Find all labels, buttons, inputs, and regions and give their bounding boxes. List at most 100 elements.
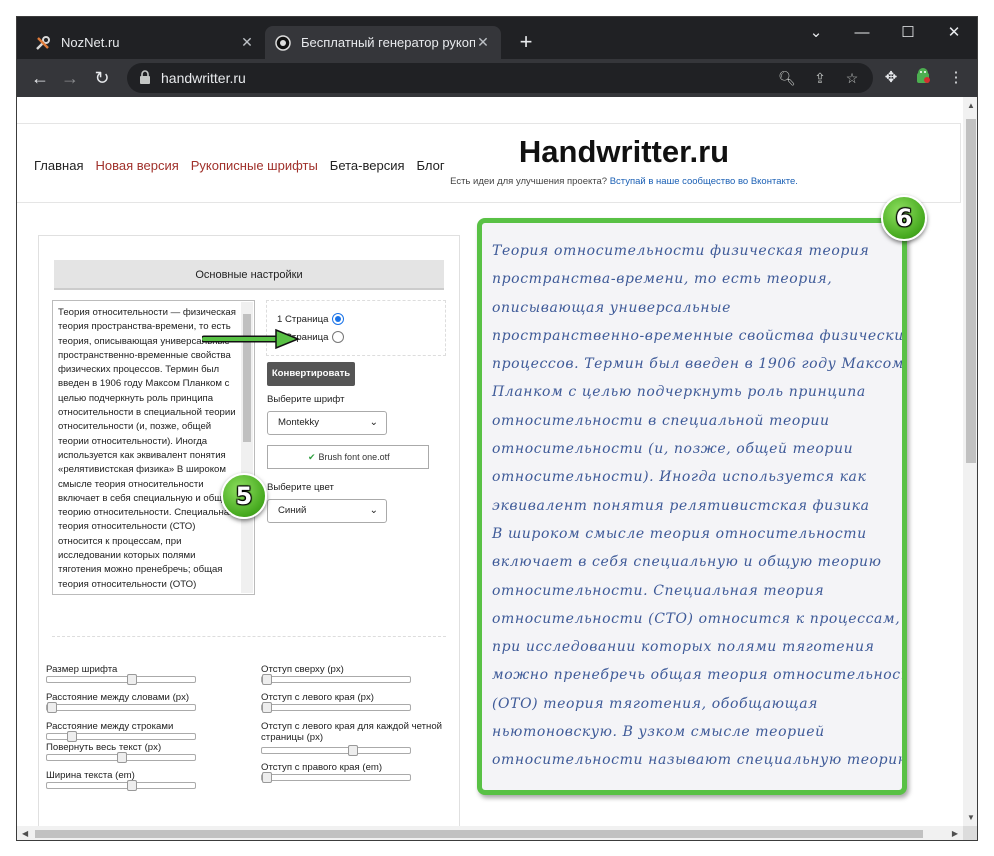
tab-title: NozNet.ru — [61, 35, 120, 50]
font-label: Выберите шрифт — [267, 394, 345, 405]
nav-handwritten-fonts[interactable]: Рукописные шрифты — [191, 158, 318, 173]
menu-kebab-icon[interactable]: ⋮ — [945, 67, 967, 89]
slider-rotate: Повернуть весь текст (px) — [46, 742, 196, 763]
chevron-down-icon: ⌄ — [369, 417, 378, 428]
share-icon[interactable]: ⇪ — [810, 68, 830, 88]
close-window-icon[interactable]: ✕ — [931, 17, 977, 49]
page2-radio[interactable] — [332, 331, 345, 343]
slider-track[interactable] — [46, 731, 196, 742]
slider-knob[interactable] — [348, 745, 358, 756]
chevron-down-icon[interactable]: ⌄ — [793, 17, 839, 49]
step-5-badge: 5 — [221, 473, 267, 519]
slider-label: Отступ с левого края для каждой четной с… — [261, 721, 443, 743]
site-favicon-icon — [275, 34, 291, 51]
nav-home[interactable]: Главная — [34, 158, 83, 173]
zoom-icon[interactable]: 🔍︎ — [777, 68, 797, 88]
slider-track[interactable] — [261, 674, 411, 685]
preview-line: описывающая универсальные — [492, 299, 731, 316]
nav-beta[interactable]: Бета-версия — [330, 158, 405, 173]
scrollbar-thumb[interactable] — [35, 830, 923, 838]
color-label: Выберите цвет — [267, 482, 334, 493]
slider-track[interactable] — [261, 702, 411, 713]
preview-line: относительности). Иногда используется ка… — [492, 469, 867, 486]
slider-track[interactable] — [261, 745, 411, 756]
scroll-left-icon[interactable]: ◀ — [22, 829, 28, 838]
slider-label: Отступ с левого края (px) — [261, 692, 374, 703]
main-nav: Главная Новая версия Рукописные шрифты Б… — [34, 158, 445, 173]
slider-label: Расстояние между строками — [46, 721, 174, 732]
settings-header: Основные настройки — [54, 260, 444, 290]
scroll-corner — [963, 826, 977, 840]
slider-knob[interactable] — [262, 702, 272, 713]
slider-knob[interactable] — [262, 772, 272, 783]
preview-line: (ОТО) теория тяготения, обобщающая — [492, 695, 819, 712]
slider-track[interactable] — [46, 674, 196, 685]
preview-line: при исследовании которых полями тяготени… — [492, 639, 875, 656]
slider-label: Размер шрифта — [46, 664, 118, 675]
slider-knob[interactable] — [127, 674, 137, 685]
scrollbar-thumb[interactable] — [966, 119, 976, 463]
horizontal-scrollbar[interactable]: ◀ ▶ — [17, 826, 963, 840]
page1-option[interactable]: 1 Страница — [277, 313, 345, 325]
preview-line: включает в себя специальную и общую теор… — [492, 554, 882, 571]
file-name: Brush font one.otf — [318, 452, 390, 462]
preview-line: эквивалент понятия релятивистская физика — [492, 497, 870, 514]
close-icon[interactable]: ✕ — [475, 34, 491, 51]
slider-label: Отступ с правого края (em) — [261, 762, 383, 773]
slider-knob[interactable] — [67, 731, 77, 742]
tagline-text: Есть идеи для улучшения проекта? — [450, 176, 610, 187]
slider-track[interactable] — [46, 702, 196, 713]
extensions-icon[interactable]: ✥ — [880, 67, 902, 89]
slider-label: Ширина текста (em) — [46, 770, 135, 781]
vk-community-link[interactable]: Вступай в наше сообщество во Вконтакте. — [610, 176, 798, 187]
vertical-scrollbar[interactable]: ▲ ▼ — [963, 97, 977, 826]
page1-radio[interactable] — [332, 313, 345, 325]
preview-line: ньютоновскую. В узком смысле теорией — [492, 724, 825, 741]
font-select[interactable]: Montekky ⌄ — [267, 411, 387, 435]
slider-knob[interactable] — [117, 752, 127, 763]
tab-strip: NozNet.ru ✕ Бесплатный генератор рукопис… — [17, 17, 977, 59]
preview-line: относительности. Специальная теория — [492, 582, 825, 599]
preview-line: пространственно-временные свойства физич… — [492, 327, 907, 344]
color-select[interactable]: Синий ⌄ — [267, 499, 387, 523]
slider-track[interactable] — [46, 752, 196, 763]
forward-icon[interactable]: → — [57, 65, 83, 91]
reload-icon[interactable]: ↻ — [89, 65, 115, 91]
nav-new-version[interactable]: Новая версия — [95, 158, 178, 173]
scroll-right-icon[interactable]: ▶ — [952, 829, 958, 838]
slider-track[interactable] — [46, 780, 196, 791]
preview-line: процессов. Термин был введен в 1906 году… — [492, 356, 904, 373]
nav-blog[interactable]: Блог — [417, 158, 445, 173]
close-icon[interactable]: ✕ — [239, 34, 255, 51]
tools-icon — [35, 35, 51, 51]
browser-toolbar: ← → ↻ handwritter.ru 🔍︎ ⇪ ☆ ✥ ⋮ — [17, 59, 977, 97]
android-extension-icon[interactable] — [912, 67, 934, 89]
preview-line: относительности называют специальную тео… — [492, 752, 907, 769]
address-bar[interactable]: handwritter.ru 🔍︎ ⇪ ☆ — [127, 63, 873, 93]
convert-button[interactable]: Конвертировать — [267, 362, 355, 386]
file-upload[interactable]: ✔ Brush font one.otf — [267, 445, 429, 469]
preview-line: относительности в специальной теории — [492, 412, 830, 429]
maximize-icon[interactable]: ☐ — [885, 17, 931, 49]
slider-label: Расстояние между словами (px) — [46, 692, 190, 703]
settings-panel: Основные настройки Теория относительност… — [38, 235, 460, 840]
browser-window: NozNet.ru ✕ Бесплатный генератор рукопис… — [16, 16, 978, 841]
new-tab-icon[interactable]: + — [513, 29, 539, 55]
bookmark-star-icon[interactable]: ☆ — [842, 68, 862, 88]
tab-noznet[interactable]: NozNet.ru ✕ — [25, 26, 265, 59]
scroll-up-icon[interactable]: ▲ — [967, 101, 975, 110]
slider-right-margin: Отступ с правого края (em) — [261, 762, 411, 783]
site-logo[interactable]: Handwritter.ru — [447, 134, 801, 170]
slider-knob[interactable] — [47, 702, 57, 713]
slider-knob[interactable] — [262, 674, 272, 685]
back-icon[interactable]: ← — [27, 65, 53, 91]
preview-line: Теория относительности физическая теория — [492, 243, 870, 259]
divider — [52, 636, 446, 637]
tab-handwritter[interactable]: Бесплатный генератор рукописн ✕ — [265, 26, 501, 59]
slider-knob[interactable] — [127, 780, 137, 791]
slider-text-width: Ширина текста (em) — [46, 770, 196, 791]
scroll-down-icon[interactable]: ▼ — [967, 813, 975, 822]
slider-track[interactable] — [261, 772, 411, 783]
site-header: Главная Новая версия Рукописные шрифты Б… — [17, 123, 961, 203]
minimize-icon[interactable]: — — [839, 17, 885, 49]
